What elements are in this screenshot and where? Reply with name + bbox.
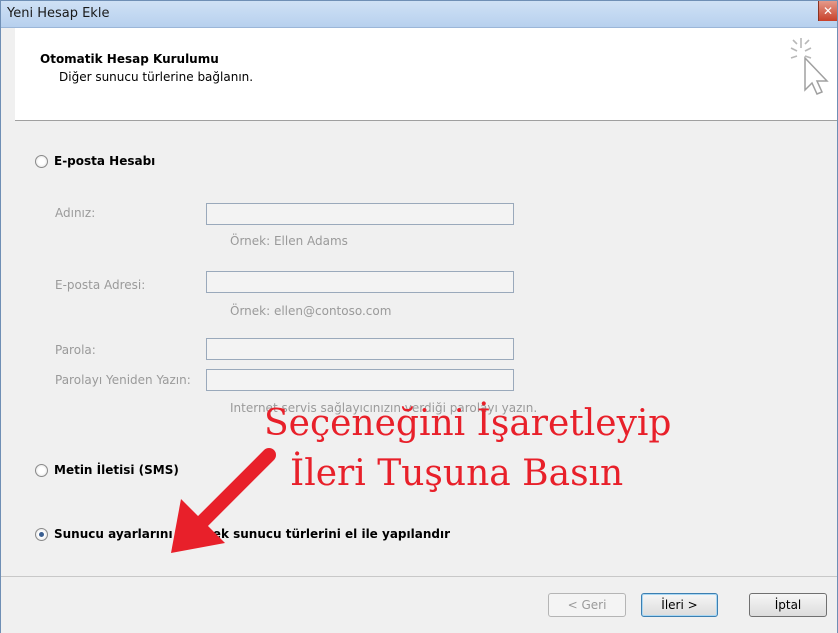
email-label: E-posta Adresi:	[55, 278, 146, 292]
back-button[interactable]: < Geri	[548, 593, 626, 617]
cancel-button[interactable]: İptal	[749, 593, 827, 617]
wizard-header: Otomatik Hesap Kurulumu Diğer sunucu tür…	[15, 28, 837, 121]
wizard-body: E-posta Hesabı Adınız: Örnek: Ellen Adam…	[15, 121, 837, 571]
title-bar: Yeni Hesap Ekle ✕	[1, 1, 837, 28]
password-confirm-input[interactable]	[206, 369, 514, 391]
dialog-window: Yeni Hesap Ekle ✕ Otomatik Hesap Kurulum…	[0, 0, 838, 633]
window-title: Yeni Hesap Ekle	[7, 6, 110, 21]
password-input[interactable]	[206, 338, 514, 360]
radio-button[interactable]	[35, 463, 48, 477]
close-button[interactable]: ✕	[818, 1, 837, 21]
annotation-arrow-icon	[171, 448, 276, 553]
password-confirm-label: Parolayı Yeniden Yazın:	[55, 373, 191, 387]
annotation-line-1: Seçeneğini İşaretleyip	[264, 403, 672, 444]
close-icon: ✕	[822, 4, 834, 18]
radio-button[interactable]	[35, 154, 48, 168]
radio-email-account-label: E-posta Hesabı	[54, 154, 156, 168]
button-bar: < Geri İleri > İptal	[1, 576, 837, 633]
email-input[interactable]	[206, 271, 514, 293]
email-hint: Örnek: ellen@contoso.com	[230, 304, 392, 318]
annotation-line-2: İleri Tuşuna Basın	[290, 453, 624, 494]
page-title: Otomatik Hesap Kurulumu	[40, 52, 219, 66]
radio-button-selected[interactable]	[35, 527, 48, 541]
name-label: Adınız:	[55, 206, 96, 220]
name-input[interactable]	[206, 203, 514, 225]
password-label: Parola:	[55, 343, 96, 357]
radio-sms[interactable]: Metin İletisi (SMS)	[35, 463, 179, 477]
wizard-cursor-icon	[790, 38, 829, 95]
name-hint: Örnek: Ellen Adams	[230, 234, 348, 248]
radio-email-account[interactable]: E-posta Hesabı	[35, 154, 155, 168]
page-subtitle: Diğer sunucu türlerine bağlanın.	[59, 70, 254, 84]
next-button[interactable]: İleri >	[641, 593, 718, 617]
